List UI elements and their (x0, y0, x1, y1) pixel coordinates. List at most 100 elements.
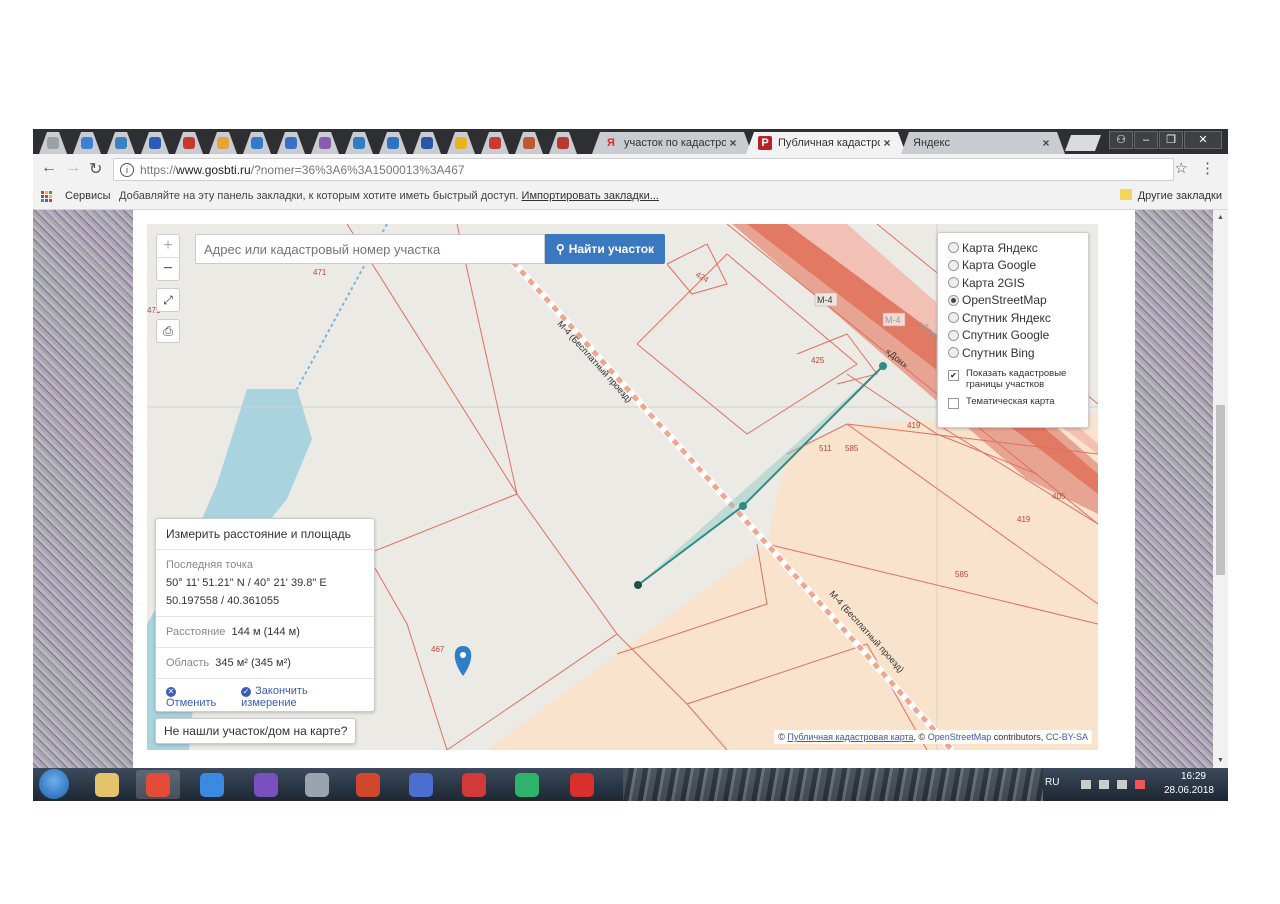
radio-button[interactable] (948, 259, 959, 271)
last-point-label: Последняя точка (166, 559, 253, 571)
radio-button[interactable] (948, 347, 959, 359)
layer-option[interactable]: Спутник Яндекс (948, 309, 1078, 327)
tab-yandex-search[interactable]: Я участок по кадастров × (592, 132, 752, 154)
ccleaner-icon[interactable] (346, 770, 390, 799)
tray-volume-icon[interactable] (1135, 780, 1145, 789)
chrome-icon[interactable] (136, 770, 180, 799)
pinned-tab[interactable] (39, 132, 67, 154)
radio-button[interactable] (948, 312, 959, 324)
pinned-tab[interactable] (549, 132, 577, 154)
pinned-tab[interactable] (413, 132, 441, 154)
fullscreen-icon[interactable]: ⤢ (156, 288, 180, 312)
scroll-up-icon[interactable]: ▲ (1217, 214, 1224, 221)
bookmark-star-icon[interactable]: ☆ (1175, 159, 1188, 177)
overlay-cadastral[interactable]: ✔ Показать кадастровые границы участков (948, 368, 1078, 390)
finish-measure-button[interactable]: ✓ Закончить измерение (241, 685, 364, 709)
pinned-tab[interactable] (141, 132, 169, 154)
explorer-icon[interactable] (85, 770, 129, 799)
site-favicon-icon (47, 137, 59, 149)
new-tab-button[interactable] (1065, 135, 1101, 151)
layer-option[interactable]: OpenStreetMap (948, 292, 1078, 310)
restore-button[interactable]: ❐ (1159, 131, 1183, 149)
close-tab-icon[interactable]: × (880, 136, 894, 150)
overlay-thematic[interactable]: Тематическая карта (948, 396, 1078, 409)
bookmark-services[interactable]: Сервисы (65, 190, 111, 202)
layer-option[interactable]: Карта Яндекс (948, 239, 1078, 257)
info-icon[interactable]: i (120, 162, 134, 177)
ie-icon[interactable] (190, 770, 234, 799)
plot-label: 585 (845, 444, 859, 453)
radio-button[interactable] (948, 329, 959, 341)
find-plot-button[interactable]: ⚲ Найти участок (545, 234, 665, 264)
tab-cadastral-map[interactable]: Р Публичная кадастров × (746, 132, 906, 154)
cadastral-map[interactable]: 471 471 424 425 419 511 585 405 419 585 … (147, 224, 1098, 750)
pinned-tab[interactable] (243, 132, 271, 154)
page-scrollbar[interactable]: ▲ ▼ (1213, 210, 1228, 768)
clock-time[interactable]: 16:29 (1181, 771, 1206, 782)
zoom-out-button[interactable]: − (157, 257, 179, 280)
scanner-icon[interactable] (295, 770, 339, 799)
pinned-tab[interactable] (345, 132, 373, 154)
pinned-tab[interactable] (73, 132, 101, 154)
cancel-icon: ✕ (166, 687, 176, 697)
acrobat-icon[interactable] (560, 770, 604, 799)
pinned-tab[interactable] (175, 132, 203, 154)
reload-icon[interactable]: ↻ (89, 159, 102, 179)
layer-option[interactable]: Карта 2GIS (948, 274, 1078, 292)
tab-yandex[interactable]: Яндекс × (901, 132, 1065, 154)
print-icon[interactable]: ⎙ (156, 319, 180, 343)
pinned-tab[interactable] (311, 132, 339, 154)
layer-option[interactable]: Карта Google (948, 257, 1078, 275)
cancel-measure-button[interactable]: ✕Отменить (166, 685, 229, 709)
pinned-tab[interactable] (447, 132, 475, 154)
plot-label: 471 (313, 268, 327, 277)
pinned-tab[interactable] (481, 132, 509, 154)
location-marker-icon[interactable] (454, 646, 472, 676)
scroll-thumb[interactable] (1216, 405, 1225, 575)
measure-point[interactable] (634, 581, 642, 589)
close-window-button[interactable]: ✕ (1184, 131, 1222, 149)
close-tab-icon[interactable]: × (1039, 136, 1053, 150)
minimize-button[interactable]: – (1134, 131, 1158, 149)
zoom-in-button[interactable]: + (157, 235, 179, 257)
import-bookmarks-link[interactable]: Импортировать закладки... (522, 190, 659, 202)
checkbox-unchecked[interactable] (948, 397, 959, 409)
antivirus-icon[interactable] (452, 770, 496, 799)
address-bar[interactable]: i https://www.gosbti.ru/?nomer=36%3A6%3A… (113, 158, 1174, 181)
pinned-tab[interactable] (379, 132, 407, 154)
license-link[interactable]: CC-BY-SA (1046, 732, 1088, 742)
back-arrow-icon[interactable]: ← (41, 159, 57, 177)
layer-option[interactable]: Спутник Google (948, 327, 1078, 345)
menu-kebab-icon[interactable]: ⋮ (1200, 159, 1215, 177)
network-icon[interactable] (399, 770, 443, 799)
measure-point[interactable] (879, 362, 887, 370)
apps-grid-icon[interactable] (41, 191, 53, 203)
radio-button[interactable] (948, 277, 959, 289)
tray-network-icon[interactable] (1117, 780, 1127, 789)
tray-arrow-icon[interactable] (1081, 780, 1091, 789)
language-indicator[interactable]: RU (1045, 777, 1059, 788)
layer-option[interactable]: Спутник Bing (948, 344, 1078, 362)
not-found-button[interactable]: Не нашли участок/дом на карте? (155, 718, 357, 744)
phone-icon[interactable] (505, 770, 549, 799)
clock-date[interactable]: 28.06.2018 (1164, 785, 1214, 796)
pinned-tab[interactable] (277, 132, 305, 154)
viber-icon[interactable] (244, 770, 288, 799)
search-input[interactable] (195, 234, 545, 264)
checkbox-checked[interactable]: ✔ (948, 369, 959, 381)
pinned-tab[interactable] (515, 132, 543, 154)
measure-point[interactable] (739, 502, 747, 510)
cadastral-link[interactable]: Публичная кадастровая карта (787, 732, 913, 742)
tray-power-icon[interactable] (1099, 780, 1109, 789)
close-tab-icon[interactable]: × (726, 136, 740, 150)
other-bookmarks[interactable]: Другие закладки (1138, 190, 1222, 202)
forward-arrow-icon[interactable]: → (65, 159, 81, 177)
radio-button[interactable] (948, 242, 959, 254)
radio-button[interactable] (948, 294, 959, 306)
scroll-down-icon[interactable]: ▼ (1217, 757, 1224, 764)
pinned-tab[interactable] (209, 132, 237, 154)
profile-icon[interactable]: ⚇ (1109, 131, 1133, 149)
pinned-tab[interactable] (107, 132, 135, 154)
start-button-icon[interactable] (39, 769, 69, 799)
osm-link[interactable]: OpenStreetMap (928, 732, 992, 742)
